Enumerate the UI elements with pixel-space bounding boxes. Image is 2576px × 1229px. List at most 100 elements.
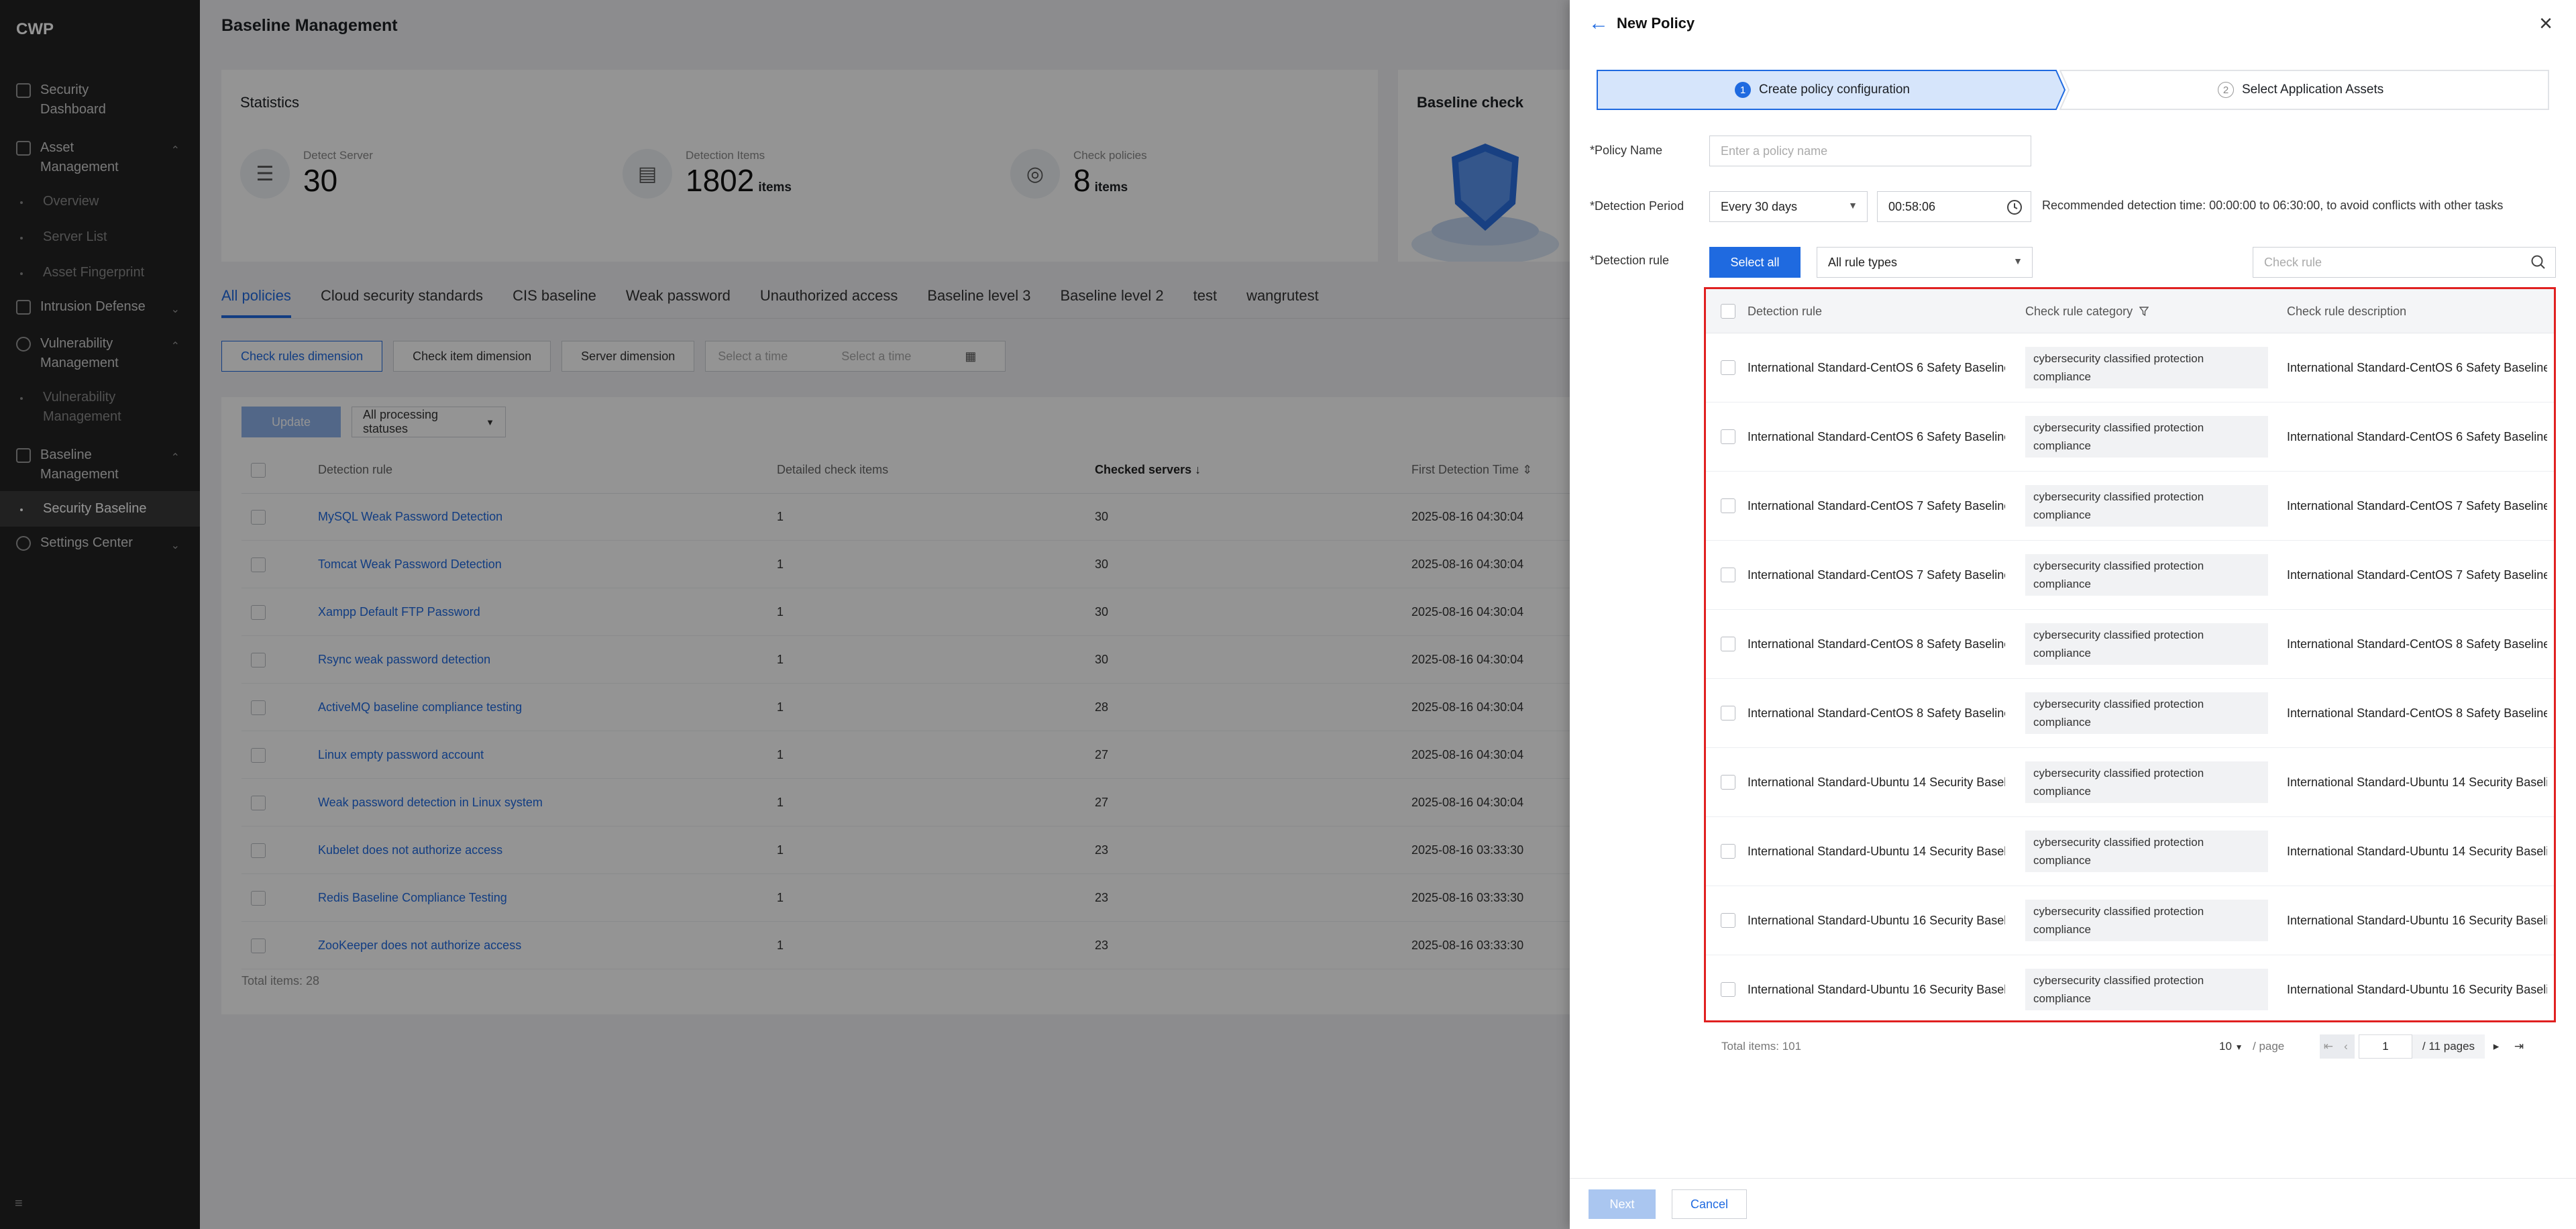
rule-row-checkbox[interactable] bbox=[1721, 498, 1735, 513]
rule-category-tag: cybersecurity classified protection comp… bbox=[2025, 692, 2268, 734]
rule-name: International Standard-CentOS 7 Safety B… bbox=[1748, 498, 2005, 513]
check-rule-search-input[interactable]: Check rule bbox=[2253, 247, 2556, 278]
rule-name: International Standard-Ubuntu 14 Securit… bbox=[1748, 844, 2005, 858]
rule-row-checkbox[interactable] bbox=[1721, 982, 1735, 997]
close-icon[interactable]: × bbox=[2534, 12, 2557, 35]
policy-name-label: *Policy Name bbox=[1590, 144, 1663, 157]
rule-description: International Standard-CentOS 7 Safety B… bbox=[2287, 498, 2547, 513]
rule-row-checkbox[interactable] bbox=[1721, 913, 1735, 928]
page-size-value: 10 bbox=[2219, 1040, 2232, 1053]
rule-name: International Standard-Ubuntu 16 Securit… bbox=[1748, 913, 2005, 927]
rule-row[interactable]: International Standard-CentOS 7 Safety B… bbox=[1706, 472, 2554, 541]
rule-category-tag: cybersecurity classified protection comp… bbox=[2025, 416, 2268, 458]
rule-type-select[interactable]: All rule types ▼ bbox=[1817, 247, 2033, 278]
rule-description: International Standard-Ubuntu 14 Securit… bbox=[2287, 844, 2547, 858]
rule-row-checkbox[interactable] bbox=[1721, 360, 1735, 375]
detection-time-hint: Recommended detection time: 00:00:00 to … bbox=[2042, 199, 2504, 212]
drawer-title: New Policy bbox=[1617, 15, 1695, 32]
select-all-rules-checkbox[interactable] bbox=[1721, 304, 1735, 319]
rule-row[interactable]: International Standard-CentOS 6 Safety B… bbox=[1706, 403, 2554, 472]
rule-row[interactable]: International Standard-Ubuntu 16 Securit… bbox=[1706, 955, 2554, 1020]
step-2-number: 2 bbox=[2218, 82, 2234, 98]
step-2-content: 2 Select Application Assets bbox=[2218, 70, 2383, 110]
cancel-button[interactable]: Cancel bbox=[1672, 1189, 1747, 1219]
pagination-total: Total items: 101 bbox=[1721, 1040, 1802, 1053]
rule-row-checkbox[interactable] bbox=[1721, 775, 1735, 790]
last-page-icon[interactable]: ⇥ bbox=[2509, 1034, 2529, 1059]
rule-row-checkbox[interactable] bbox=[1721, 844, 1735, 859]
detection-time-value: 00:58:06 bbox=[1888, 199, 1936, 213]
rule-row-checkbox[interactable] bbox=[1721, 429, 1735, 444]
new-policy-drawer: ← New Policy × 1 Create policy configura… bbox=[1570, 0, 2576, 1229]
rule-row[interactable]: International Standard-CentOS 8 Safety B… bbox=[1706, 610, 2554, 679]
detection-time-input[interactable]: 00:58:06 bbox=[1877, 191, 2031, 222]
rule-name: International Standard-CentOS 7 Safety B… bbox=[1748, 568, 2005, 582]
rule-category-tag: cybersecurity classified protection comp… bbox=[2025, 485, 2268, 527]
rule-row[interactable]: International Standard-CentOS 6 Safety B… bbox=[1706, 333, 2554, 403]
rule-category-tag: cybersecurity classified protection comp… bbox=[2025, 554, 2268, 596]
back-arrow-icon[interactable]: ← bbox=[1589, 13, 1609, 34]
rule-description: International Standard-CentOS 8 Safety B… bbox=[2287, 637, 2547, 651]
column-header-label: Check rule category bbox=[2025, 304, 2133, 318]
rule-row[interactable]: International Standard-Ubuntu 14 Securit… bbox=[1706, 748, 2554, 817]
clock-icon bbox=[2007, 200, 2022, 215]
rule-description: International Standard-CentOS 6 Safety B… bbox=[2287, 429, 2547, 443]
rule-name: International Standard-CentOS 8 Safety B… bbox=[1748, 706, 2005, 720]
rule-description: International Standard-Ubuntu 14 Securit… bbox=[2287, 775, 2547, 789]
drawer-header: ← New Policy × bbox=[1570, 0, 2576, 48]
rule-name: International Standard-CentOS 6 Safety B… bbox=[1748, 360, 2005, 374]
rule-name: International Standard-Ubuntu 16 Securit… bbox=[1748, 982, 2005, 996]
detection-period-value: Every 30 days bbox=[1721, 199, 1798, 213]
step-1-label: Create policy configuration bbox=[1759, 83, 1910, 97]
detection-rule-table: Detection rule Check rule category Check… bbox=[1704, 287, 2556, 1022]
rule-row[interactable]: International Standard-Ubuntu 16 Securit… bbox=[1706, 886, 2554, 955]
rule-category-tag: cybersecurity classified protection comp… bbox=[2025, 969, 2268, 1010]
step-2-label: Select Application Assets bbox=[2242, 83, 2384, 97]
rule-description: International Standard-CentOS 7 Safety B… bbox=[2287, 568, 2547, 582]
step-1[interactable]: 1 Create policy configuration bbox=[1597, 70, 2066, 110]
rule-description: International Standard-CentOS 8 Safety B… bbox=[2287, 706, 2547, 720]
page-size-select[interactable]: 10 ▼ bbox=[2219, 1040, 2243, 1053]
step-2[interactable]: 2 Select Application Assets bbox=[2059, 70, 2549, 110]
column-header-description: Check rule description bbox=[2287, 304, 2407, 318]
search-icon[interactable] bbox=[2530, 254, 2547, 271]
detection-rule-label: *Detection rule bbox=[1590, 254, 1670, 267]
rule-description: International Standard-Ubuntu 16 Securit… bbox=[2287, 982, 2547, 996]
chevron-down-icon: ▼ bbox=[2013, 256, 2023, 266]
rule-category-tag: cybersecurity classified protection comp… bbox=[2025, 623, 2268, 665]
chevron-down-icon: ▼ bbox=[1848, 200, 1858, 211]
page-number-input[interactable]: 1 bbox=[2359, 1034, 2412, 1059]
first-page-icon[interactable]: ⇤ bbox=[2320, 1034, 2337, 1059]
column-header-detection-rule: Detection rule bbox=[1748, 304, 1823, 318]
rule-name: International Standard-CentOS 8 Safety B… bbox=[1748, 637, 2005, 651]
filter-icon[interactable] bbox=[2139, 307, 2149, 316]
rule-category-tag: cybersecurity classified protection comp… bbox=[2025, 761, 2268, 803]
rule-row[interactable]: International Standard-CentOS 7 Safety B… bbox=[1706, 541, 2554, 610]
step-indicator: 1 Create policy configuration 2 Select A… bbox=[1597, 70, 2549, 110]
step-1-number: 1 bbox=[1735, 82, 1751, 98]
drawer-footer: Next Cancel bbox=[1570, 1178, 2576, 1229]
rule-row[interactable]: International Standard-Ubuntu 14 Securit… bbox=[1706, 817, 2554, 886]
column-header-category[interactable]: Check rule category bbox=[2025, 289, 2149, 333]
per-page-label: / page bbox=[2253, 1040, 2285, 1053]
policy-name-input[interactable]: Enter a policy name bbox=[1709, 136, 2031, 166]
select-all-button[interactable]: Select all bbox=[1709, 247, 1801, 278]
rule-row-checkbox[interactable] bbox=[1721, 706, 1735, 720]
step-1-content: 1 Create policy configuration bbox=[1735, 70, 1910, 110]
next-button[interactable]: Next bbox=[1589, 1189, 1656, 1219]
prev-page-icon[interactable]: ‹ bbox=[2337, 1034, 2355, 1059]
detection-period-label: *Detection Period bbox=[1590, 199, 1684, 213]
modal-overlay[interactable] bbox=[0, 0, 1570, 1229]
total-pages: / 11 pages bbox=[2412, 1034, 2485, 1059]
rule-category-tag: cybersecurity classified protection comp… bbox=[2025, 347, 2268, 388]
rule-row[interactable]: International Standard-CentOS 8 Safety B… bbox=[1706, 679, 2554, 748]
rule-table-header: Detection rule Check rule category Check… bbox=[1706, 289, 2554, 333]
rule-type-value: All rule types bbox=[1828, 255, 1898, 269]
rule-description: International Standard-CentOS 6 Safety B… bbox=[2287, 360, 2547, 374]
next-page-icon[interactable]: ▸ bbox=[2486, 1034, 2506, 1059]
rule-row-checkbox[interactable] bbox=[1721, 568, 1735, 582]
rule-name: International Standard-Ubuntu 14 Securit… bbox=[1748, 775, 2005, 789]
rule-category-tag: cybersecurity classified protection comp… bbox=[2025, 831, 2268, 872]
detection-period-select[interactable]: Every 30 days ▼ bbox=[1709, 191, 1868, 222]
rule-row-checkbox[interactable] bbox=[1721, 637, 1735, 651]
